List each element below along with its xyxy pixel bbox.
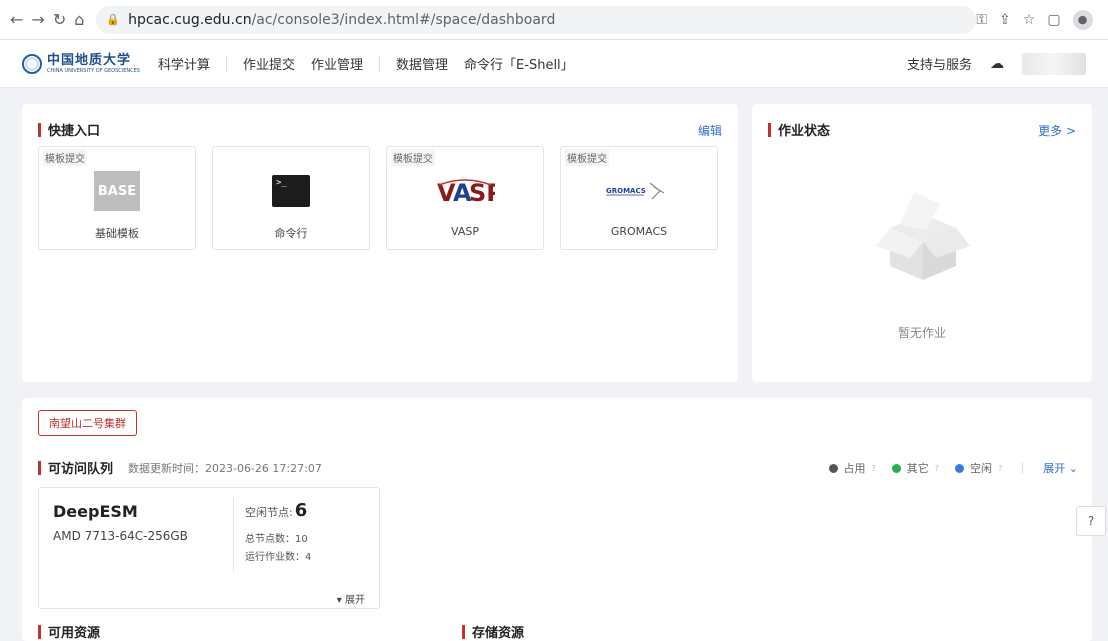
lock-icon: 🔒 bbox=[106, 13, 121, 26]
help-icon[interactable]: ? bbox=[935, 464, 939, 473]
no-jobs-text: 暂无作业 bbox=[897, 326, 946, 340]
card-tag: 模板提交 bbox=[391, 149, 435, 166]
legend-label: 占用 bbox=[843, 462, 866, 475]
template-card-cmd[interactable]: >_ 命令行 bbox=[212, 146, 370, 250]
queue-name: DeepESM bbox=[53, 502, 138, 521]
menu-job-manage[interactable]: 作业管理 bbox=[311, 54, 363, 73]
menu-eshell[interactable]: 命令行「E-Shell」 bbox=[464, 54, 574, 73]
profile-icon[interactable]: ● bbox=[1072, 9, 1093, 30]
legend-dot-other bbox=[891, 463, 901, 473]
key-icon[interactable]: ⚿ bbox=[976, 12, 987, 28]
url-path: /ac/console3/index.html#/space/dashboard bbox=[251, 11, 556, 28]
template-card-gromacs[interactable]: 模板提交 GROMACS GROMACS bbox=[560, 146, 718, 250]
legend-dot-occupied bbox=[828, 463, 838, 473]
terminal-icon: >_ bbox=[272, 175, 310, 207]
user-avatar[interactable] bbox=[1022, 52, 1086, 75]
help-icon[interactable]: ? bbox=[872, 464, 876, 473]
running-jobs: 运行作业数：4 bbox=[245, 552, 312, 563]
window-icon[interactable]: ▢ bbox=[1047, 12, 1060, 28]
svg-text:GROMACS: GROMACS bbox=[606, 187, 646, 195]
job-status-title: 作业状态 bbox=[768, 120, 830, 139]
card-label: GROMACS bbox=[610, 225, 668, 238]
logo-en: CHINA UNIVERSITY OF GEOSCIENCES bbox=[47, 67, 140, 74]
menu-divider bbox=[379, 55, 381, 72]
seal-icon bbox=[22, 53, 42, 74]
queue-card[interactable]: DeepESM AMD 7713-64C-256GB 空闲节点: 6 总节点数：1… bbox=[38, 487, 380, 609]
support-link[interactable]: 支持与服务 bbox=[907, 54, 972, 73]
queue-card-expand[interactable]: ▾ 展开 bbox=[337, 591, 365, 606]
app-header: 中国地质大学 CHINA UNIVERSITY OF GEOSCIENCES 科… bbox=[0, 40, 1108, 88]
legend-label: 其它 bbox=[906, 462, 929, 475]
vasp-logo-icon: V A SP bbox=[437, 179, 495, 207]
expand-link[interactable]: 展开 ⌄ bbox=[1043, 460, 1078, 476]
chevron-down-icon: ⌄ bbox=[1068, 462, 1078, 475]
help-icon[interactable]: ? bbox=[998, 464, 1002, 473]
quick-entry-title: 快捷入口 bbox=[38, 120, 100, 139]
job-status-panel: 作业状态 更多 > 暂无作业 bbox=[752, 104, 1092, 382]
menu-scientific-computing[interactable]: 科学计算 bbox=[158, 54, 210, 73]
university-logo[interactable]: 中国地质大学 CHINA UNIVERSITY OF GEOSCIENCES bbox=[22, 52, 140, 74]
cluster-panel: 南望山二号集群 可访问队列 数据更新时间：2023-06-26 17:27:07… bbox=[22, 398, 1092, 641]
browser-toolbar: ← → ↻ ⌂ 🔒 hpcac.cug.edu.cn/ac/console3/i… bbox=[0, 0, 1108, 40]
card-label: 基础模板 bbox=[95, 227, 139, 240]
menu-divider bbox=[226, 55, 227, 72]
total-nodes: 总节点数：10 bbox=[245, 534, 308, 545]
base-template-icon: BASE bbox=[94, 171, 140, 211]
kebab-menu-icon[interactable]: ⋮ bbox=[1105, 12, 1108, 28]
card-tag: 模板提交 bbox=[565, 149, 609, 166]
queue-spec: AMD 7713-64C-256GB bbox=[53, 529, 188, 543]
empty-box-icon bbox=[876, 192, 970, 280]
cluster-select-button[interactable]: 南望山二号集群 bbox=[38, 410, 137, 436]
card-tag: 模板提交 bbox=[43, 149, 87, 166]
back-icon[interactable]: ← bbox=[10, 9, 23, 31]
legend-dot-idle bbox=[955, 463, 965, 473]
home-icon[interactable]: ⌂ bbox=[74, 9, 84, 31]
free-nodes: 空闲节点: 6 bbox=[245, 500, 308, 521]
card-label: VASP bbox=[451, 225, 479, 238]
gromacs-logo-icon: GROMACS bbox=[606, 182, 665, 200]
edit-link[interactable]: 编辑 bbox=[698, 122, 722, 139]
address-bar[interactable]: 🔒 hpcac.cug.edu.cn/ac/console3/index.htm… bbox=[96, 5, 977, 34]
star-icon[interactable]: ☆ bbox=[1023, 12, 1036, 28]
legend-label: 空闲 bbox=[970, 462, 993, 475]
share-icon[interactable]: ⇪ bbox=[999, 12, 1011, 28]
card-label: 命令行 bbox=[274, 227, 308, 240]
menu-data-manage[interactable]: 数据管理 bbox=[396, 54, 448, 73]
quick-entry-panel: 快捷入口 编辑 模板提交 BASE 基础模板 >_ 命令行 模板提交 V A S… bbox=[22, 104, 738, 382]
queue-title: 可访问队列 bbox=[38, 458, 113, 477]
cloud-icon[interactable]: ☁ bbox=[990, 56, 1004, 72]
svg-text:SP: SP bbox=[469, 179, 495, 207]
reload-icon[interactable]: ↻ bbox=[53, 9, 66, 31]
update-time: 数据更新时间：2023-06-26 17:27:07 bbox=[128, 462, 322, 475]
url-host: hpcac.cug.edu.cn bbox=[128, 11, 252, 28]
template-card-vasp[interactable]: 模板提交 V A SP VASP bbox=[386, 146, 544, 250]
template-card-base[interactable]: 模板提交 BASE 基础模板 bbox=[38, 146, 196, 250]
more-link[interactable]: 更多 > bbox=[1038, 122, 1076, 139]
storage-resources-title: 存储资源 bbox=[462, 622, 524, 641]
forward-icon[interactable]: → bbox=[31, 9, 44, 31]
free-nodes-value: 6 bbox=[294, 500, 308, 521]
available-resources-title: 可用资源 bbox=[38, 622, 100, 641]
queue-legend: 占用 ? 其它 ? 空闲 ? 展开 ⌄ bbox=[828, 460, 1078, 476]
menu-job-submit[interactable]: 作业提交 bbox=[243, 54, 295, 73]
help-float-icon[interactable]: ? bbox=[1076, 506, 1106, 536]
logo-cn: 中国地质大学 bbox=[47, 52, 132, 68]
